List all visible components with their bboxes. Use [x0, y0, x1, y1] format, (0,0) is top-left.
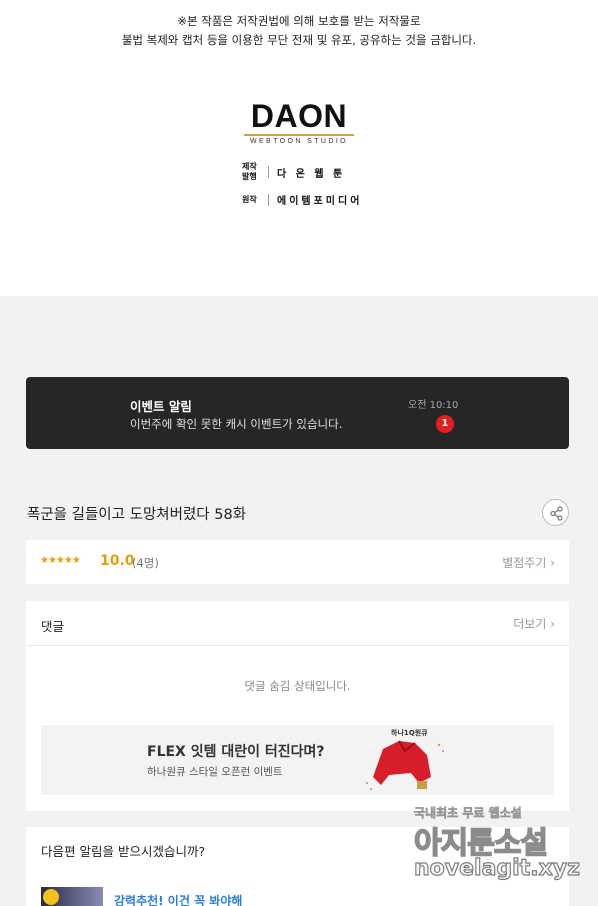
episode-title: 폭군을 길들이고 도망쳐버렸다 58화 [27, 507, 247, 523]
watermark-line-3: novelagit.xyz [413, 855, 580, 881]
recommend-thumbnail[interactable] [41, 887, 103, 906]
credit-divider [268, 193, 269, 206]
credit-value: 에이템포미디어 [277, 196, 363, 207]
ad-banner[interactable]: FLEX 잇템 대란이 터진다며? 하나원큐 스타일 오픈런 이벤트 하나1Q원… [41, 725, 554, 795]
notification-title: 이벤트 알림 [130, 399, 192, 414]
credit-value: 다 온 웹 툰 [277, 168, 346, 180]
ad-brand: 하나1Q원큐 [391, 729, 428, 737]
comments-hidden-message: 댓글 숨김 상태입니다. [244, 679, 351, 693]
comments-more-link[interactable]: 더보기 › [513, 615, 555, 632]
rating-value: 10.0 [100, 553, 135, 569]
notification-body: 이번주에 확인 못한 캐시 이벤트가 있습니다. [130, 417, 343, 431]
credit-row-production: 제작 발행 다 온 웹 툰 [242, 162, 372, 182]
ad-jacket-image [366, 740, 444, 790]
comments-card: 댓글 더보기 › 댓글 숨김 상태입니다. FLEX 잇템 대란이 터진다며? … [26, 601, 569, 811]
logo-sub-text: WEBTOON STUDIO [249, 138, 349, 145]
comments-header: 댓글 더보기 › [26, 601, 569, 646]
credits-block: 제작 발행 다 온 웹 툰 원작 에이템포미디어 [242, 162, 372, 217]
header-section: ※본 작품은 저작권법에 의해 보호를 받는 저작물로 불법 복제와 캡처 등을… [0, 0, 598, 296]
rate-button[interactable]: 별점주기 › [502, 554, 555, 571]
notification-badge: 1 [436, 415, 454, 433]
clock-icon [43, 889, 59, 905]
notice-line-2: 불법 복제와 캡처 등을 이용한 무단 전재 및 유포, 공유하는 것을 금합니… [121, 33, 477, 47]
recommend-link[interactable]: 강력추천! 이건 꼭 봐야해 [114, 892, 242, 906]
credit-row-original: 원작 에이템포미디어 [242, 192, 372, 207]
credit-label: 제작 발행 [242, 162, 257, 181]
logo-main-text: DAON [250, 98, 348, 134]
copyright-notice: ※본 작품은 저작권법에 의해 보호를 받는 저작물로 불법 복제와 캡처 등을… [0, 12, 598, 50]
credit-label: 원작 [242, 194, 257, 204]
notice-line-1: ※본 작품은 저작권법에 의해 보호를 받는 저작물로 [177, 14, 421, 28]
comments-title: 댓글 [41, 619, 65, 634]
rating-stars: ★★★★★ [40, 555, 81, 566]
next-alert-question: 다음편 알림을 받으시겠습니까? [41, 844, 206, 859]
event-notification[interactable]: 이벤트 알림 이번주에 확인 못한 캐시 이벤트가 있습니다. 오전 10:10… [26, 377, 569, 449]
notification-time: 오전 10:10 [408, 400, 459, 411]
share-button[interactable] [542, 499, 569, 526]
studio-logo: DAON WEBTOON STUDIO [0, 100, 598, 145]
watermark: 국내최초 무료 웹소설 아지툰소설 novelagit.xyz [408, 798, 580, 894]
rating-count: (4명) [132, 556, 159, 570]
share-icon [550, 506, 563, 521]
credit-divider [268, 166, 269, 178]
ad-subtitle: 하나원큐 스타일 오픈런 이벤트 [147, 766, 283, 778]
logo-underline [244, 134, 354, 136]
rating-card: ★★★★★ 10.0 (4명) 별점주기 › [26, 540, 569, 584]
ad-title: FLEX 잇템 대란이 터진다며? [147, 744, 325, 760]
